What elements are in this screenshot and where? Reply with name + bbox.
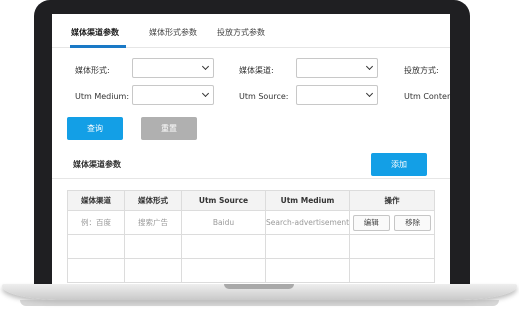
empty-cell (265, 258, 350, 283)
chevron-down-icon (201, 62, 210, 71)
utm-medium-select[interactable] (132, 85, 214, 105)
tab-bar: 媒体渠道参数 媒体形式参数 投放方式参数 (52, 14, 450, 48)
active-tab-indicator (70, 45, 126, 48)
laptop-shadow (20, 300, 499, 306)
empty-cell (349, 234, 435, 259)
laptop-notch (224, 284, 294, 289)
utm-source-select[interactable] (296, 85, 378, 105)
cell-media-form: 搜索广告 (124, 210, 182, 235)
chevron-down-icon (201, 89, 210, 98)
chevron-down-icon (365, 89, 374, 98)
remove-button[interactable]: 移除 (394, 214, 432, 231)
reset-button[interactable]: 重置 (141, 117, 197, 140)
table-row-empty (67, 258, 435, 283)
cell-utm-source: Baidu (181, 210, 266, 235)
column-header-utm-medium: Utm Medium (265, 190, 350, 211)
utm-source-label: Utm Source: (239, 92, 289, 101)
add-button[interactable]: 添加 (371, 153, 427, 176)
empty-cell (124, 258, 182, 283)
delivery-method-label: 投放方式: (404, 66, 439, 75)
tab-media-channel-params[interactable]: 媒体渠道参数 (71, 27, 119, 38)
media-form-label: 媒体形式: (75, 66, 110, 75)
empty-cell (349, 258, 435, 283)
empty-cell (67, 258, 125, 283)
empty-cell (265, 234, 350, 259)
section-title: 媒体渠道参数 (73, 160, 121, 169)
column-header-media-form: 媒体形式 (124, 190, 182, 211)
app-screen: 媒体渠道参数 媒体形式参数 投放方式参数 媒体形式: 媒体渠道: 投放方式: U… (52, 14, 450, 284)
query-button[interactable]: 查询 (67, 117, 123, 140)
table-header-row: 媒体渠道 媒体形式 Utm Source Utm Medium 操作 (67, 190, 435, 211)
column-header-utm-source: Utm Source (181, 190, 266, 211)
empty-cell (67, 234, 125, 259)
cell-utm-medium: Search-advertisement (265, 210, 350, 235)
media-channel-label: 媒体渠道: (239, 66, 274, 75)
tab-media-form-params[interactable]: 媒体形式参数 (149, 27, 197, 38)
tab-delivery-method-params[interactable]: 投放方式参数 (217, 27, 265, 38)
table-row: 例：百度 搜索广告 Baidu Search-advertisement 编辑 … (67, 210, 435, 235)
empty-cell (181, 234, 266, 259)
column-header-actions: 操作 (349, 190, 435, 211)
media-channel-select[interactable] (296, 58, 378, 78)
column-header-media-channel: 媒体渠道 (67, 190, 125, 211)
empty-cell (181, 258, 266, 283)
cell-media-channel: 例：百度 (67, 210, 125, 235)
empty-cell (124, 234, 182, 259)
edit-button[interactable]: 编辑 (352, 214, 390, 231)
cell-actions: 编辑 移除 (349, 210, 435, 235)
media-form-select[interactable] (132, 58, 214, 78)
utm-medium-label: Utm Medium: (75, 92, 130, 101)
divider (52, 178, 450, 179)
utm-content-label: Utm Content: (404, 92, 450, 101)
params-table: 媒体渠道 媒体形式 Utm Source Utm Medium 操作 例：百度 … (67, 190, 435, 283)
table-row-empty (67, 234, 435, 259)
chevron-down-icon (365, 62, 374, 71)
